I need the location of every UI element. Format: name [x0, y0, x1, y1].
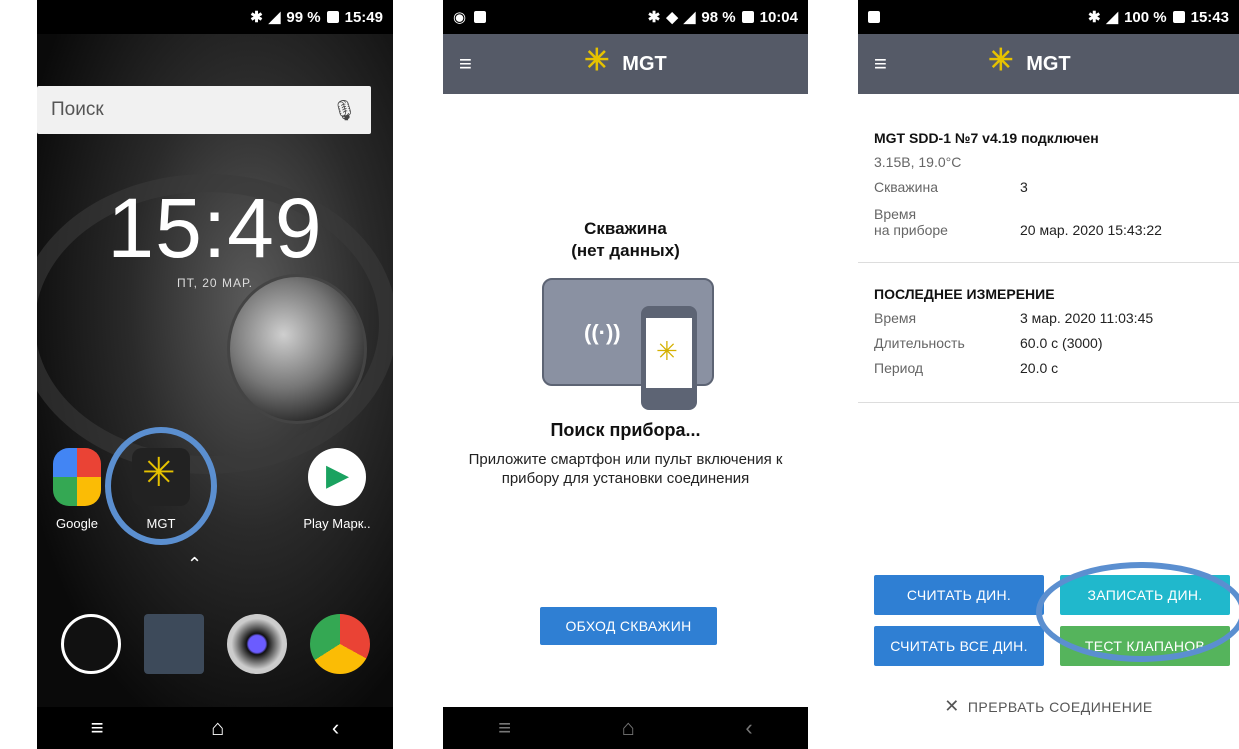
bluetooth-icon: ✱	[647, 9, 661, 26]
mgt-logo-icon	[646, 318, 692, 388]
phone-device-screen: ✱ ◢ 100 % 15:43 ≡ MGT MGT SDD-1 №7 v4.19…	[858, 0, 1239, 749]
status-time: 15:43	[1190, 8, 1229, 26]
app-toolbar: ≡ MGT	[858, 34, 1239, 94]
well-subtitle: (нет данных)	[571, 241, 680, 260]
voltage-temp: 3.15В, 19.0°C	[874, 154, 962, 170]
signal-icon: ◢	[683, 9, 696, 26]
read-dyn-button[interactable]: СЧИТАТЬ ДИН.	[874, 575, 1044, 615]
image-notification-icon	[474, 11, 487, 23]
wallpaper	[37, 34, 393, 707]
battery-icon	[1172, 11, 1185, 23]
mgt-logo-icon	[988, 43, 1018, 79]
play-store-icon: ▶	[308, 448, 366, 506]
well-title: Скважина	[584, 219, 667, 238]
menu-nav-icon[interactable]: ≡	[91, 715, 104, 741]
search-placeholder: Поиск	[51, 99, 104, 120]
device-title: MGT SDD-1 №7 v4.19 подключен	[874, 130, 1099, 146]
device-time-row: Время на приборе 20 мар. 2020 15:43:22	[874, 206, 1162, 238]
highlight-oval	[1036, 562, 1239, 662]
image-notification-icon	[868, 11, 880, 23]
status-bar: ✱ ◢ 99 % 15:49	[37, 0, 393, 34]
signal-icon: ◢	[268, 9, 281, 26]
chrome-app-icon[interactable]	[309, 614, 370, 674]
messages-app-icon[interactable]	[143, 614, 204, 674]
app-brand: MGT	[988, 43, 1071, 79]
battery-icon	[326, 11, 339, 23]
mic-icon[interactable]: 🎙	[332, 98, 357, 123]
close-icon: ✕	[944, 696, 960, 716]
last-measurement-title: ПОСЛЕДНЕЕ ИЗМЕРЕНИЕ	[874, 286, 1055, 302]
measurement-row: Длительность 60.0 с (3000)	[874, 335, 1103, 351]
bypass-wells-button[interactable]: ОБХОД СКВАЖИН	[540, 607, 717, 645]
search-bar[interactable]: Поиск 🎙	[37, 86, 371, 134]
battery-percent: 98 %	[701, 8, 736, 26]
wifi-icon: ◆	[666, 9, 678, 26]
home-nav-icon[interactable]: ⌂	[211, 715, 224, 741]
app-title: MGT	[622, 52, 667, 75]
divider	[858, 262, 1239, 263]
status-time: 10:04	[759, 8, 798, 26]
status-bar: ✱ ◢ 100 % 15:43	[858, 0, 1239, 34]
wifi-hotspot-icon: ◉	[453, 9, 467, 26]
battery-percent: 99 %	[286, 8, 321, 26]
signal-icon: ◢	[1106, 9, 1119, 26]
hamburger-menu-icon[interactable]: ≡	[459, 51, 499, 77]
status-bar: ◉ ✱ ◆ ◢ 98 % 10:04	[443, 0, 808, 34]
back-nav-icon[interactable]: ‹	[745, 715, 752, 741]
app-toolbar: ≡ MGT	[443, 34, 808, 94]
highlight-circle	[105, 427, 217, 545]
hamburger-menu-icon[interactable]: ≡	[874, 51, 914, 77]
device-info: MGT SDD-1 №7 v4.19 подключен 3.15В, 19.0…	[874, 126, 1227, 238]
back-nav-icon[interactable]: ‹	[332, 715, 339, 741]
disconnect-button[interactable]: ✕ ПРЕРВАТЬ СОЕДИНЕНИЕ	[858, 696, 1239, 717]
bluetooth-icon: ✱	[1087, 9, 1101, 26]
app-title: MGT	[1026, 52, 1071, 75]
well-value: 3	[1020, 179, 1028, 195]
phone-app-icon[interactable]	[60, 614, 121, 674]
status-time: 15:49	[344, 8, 383, 26]
well-row: Скважина 3	[874, 175, 1227, 200]
search-title: Поиск прибора...	[550, 420, 701, 440]
dock	[37, 614, 393, 674]
last-measurement: ПОСЛЕДНЕЕ ИЗМЕРЕНИЕ Время 3 мар. 2020 11…	[874, 282, 1227, 381]
divider	[858, 402, 1239, 403]
read-all-dyn-button[interactable]: СЧИТАТЬ ВСЕ ДИН.	[874, 626, 1044, 666]
well-status: Скважина (нет данных)	[443, 218, 808, 262]
app-brand: MGT	[584, 43, 667, 79]
clock-widget[interactable]: 15:49	[37, 180, 393, 277]
google-folder-icon	[53, 448, 101, 506]
watch-crown-image	[227, 274, 367, 424]
battery-icon	[741, 11, 754, 23]
date-label: ПТ, 20 МАР.	[176, 276, 254, 290]
device-time-value: 20 мар. 2020 15:43:22	[1020, 222, 1162, 238]
home-nav-icon[interactable]: ⌂	[622, 715, 635, 741]
bluetooth-icon: ✱	[250, 9, 263, 26]
measurement-row: Период 20.0 с	[874, 360, 1059, 376]
camera-app-icon[interactable]	[226, 614, 287, 674]
search-description: Приложите смартфон или пульт включения к…	[468, 451, 783, 487]
measurement-row: Время 3 мар. 2020 11:03:45	[874, 310, 1154, 326]
mgt-logo-icon	[584, 43, 614, 79]
app-drawer-caret-icon[interactable]: ⌃	[187, 554, 202, 575]
nav-bar: ≡ ⌂ ‹	[37, 707, 393, 749]
app-play-market[interactable]: ▶ Play Марк..	[297, 448, 377, 531]
menu-nav-icon[interactable]: ≡	[498, 715, 511, 741]
smartphone-illustration	[641, 306, 697, 410]
nfc-wave-icon: ((·))	[584, 320, 621, 345]
phone-home-screen: ✱ ◢ 99 % 15:49 Поиск 🎙 15:49 ПТ, 20 МАР.…	[37, 0, 393, 749]
phone-search-screen: ◉ ✱ ◆ ◢ 98 % 10:04 ≡ MGT Скважина (нет д…	[443, 0, 808, 749]
battery-percent: 100 %	[1124, 8, 1167, 26]
nav-bar: ≡ ⌂ ‹	[443, 707, 808, 749]
